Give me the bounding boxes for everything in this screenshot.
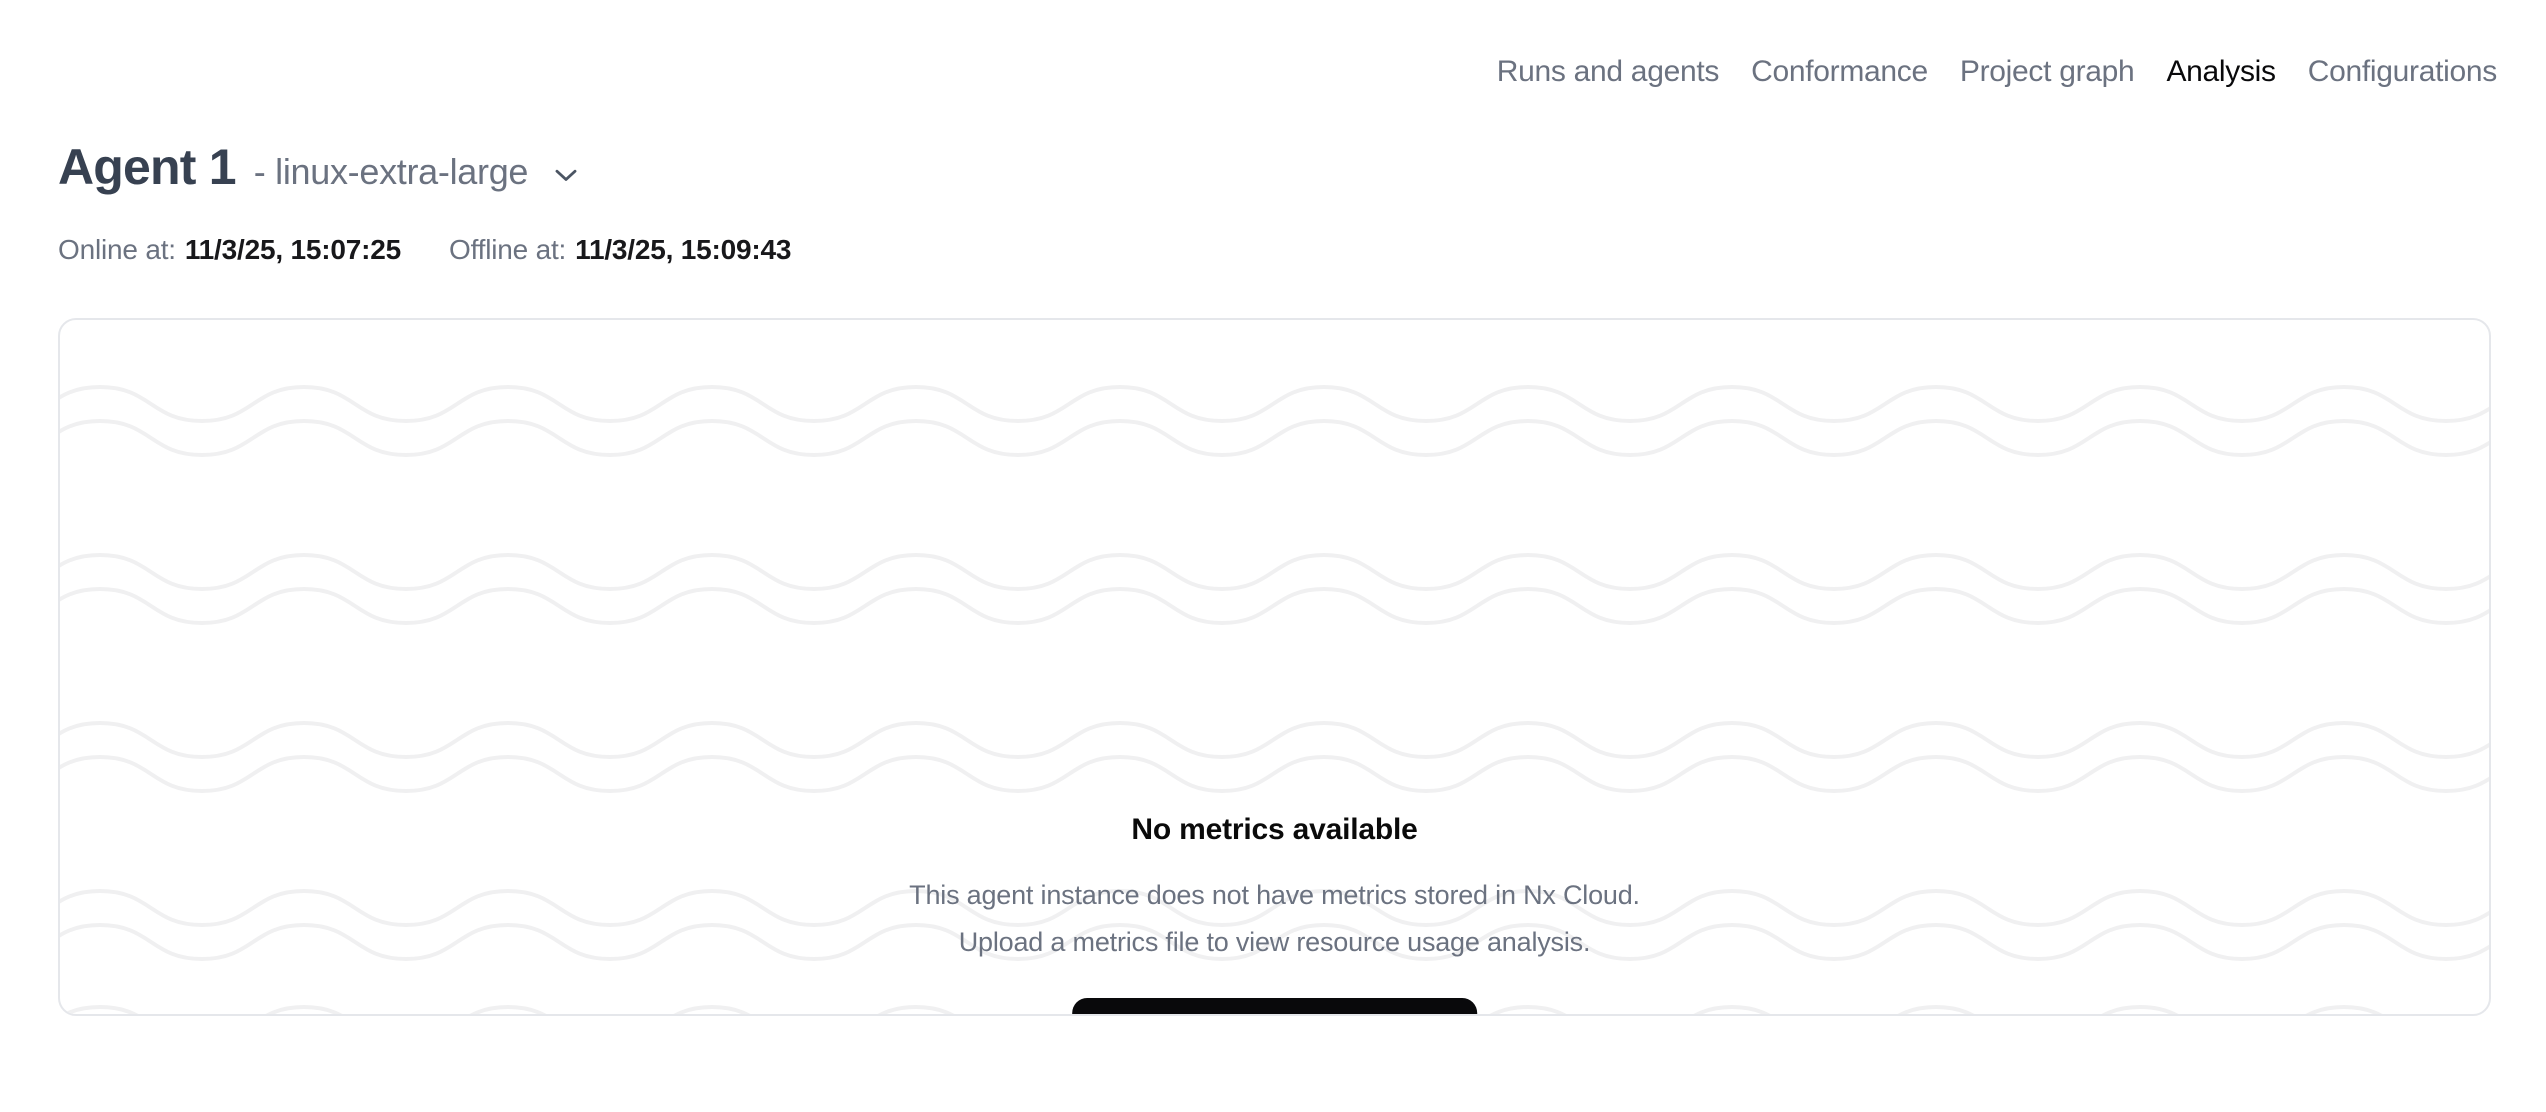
nav-item-runs-and-agents[interactable]: Runs and agents bbox=[1497, 50, 1719, 94]
online-at: Online at: 11/3/25, 15:07:25 bbox=[58, 232, 401, 268]
nav-item-configurations[interactable]: Configurations bbox=[2308, 50, 2497, 94]
offline-at-value: 11/3/25, 15:09:43 bbox=[575, 234, 791, 265]
metrics-empty-state-card: No metrics available This agent instance… bbox=[58, 318, 2491, 1016]
top-nav: Runs and agents Conformance Project grap… bbox=[1497, 50, 2497, 94]
agent-selector[interactable]: Agent 1 - linux-extra-large bbox=[58, 140, 584, 194]
offline-at: Offline at: 11/3/25, 15:09:43 bbox=[449, 232, 791, 268]
nav-item-project-graph[interactable]: Project graph bbox=[1960, 50, 2135, 94]
online-at-label: Online at: bbox=[58, 234, 176, 265]
empty-state-heading: No metrics available bbox=[60, 812, 2489, 848]
empty-state-content: No metrics available This agent instance… bbox=[60, 320, 2489, 1014]
agent-launch-template: - linux-extra-large bbox=[254, 151, 528, 193]
offline-at-label: Offline at: bbox=[449, 234, 566, 265]
agent-meta: Online at: 11/3/25, 15:07:25 Offline at: 1… bbox=[58, 232, 791, 268]
page-title: Agent 1 bbox=[58, 140, 236, 194]
nav-item-analysis[interactable]: Analysis bbox=[2166, 50, 2275, 94]
online-at-value: 11/3/25, 15:07:25 bbox=[185, 234, 401, 265]
empty-state-line1: This agent instance does not have metric… bbox=[60, 876, 2489, 914]
empty-state-line2: Upload a metrics file to view resource u… bbox=[60, 923, 2489, 961]
chevron-down-icon[interactable] bbox=[548, 157, 584, 193]
upload-metrics-file-button[interactable]: Upload metrics file bbox=[1072, 998, 1478, 1016]
nav-item-conformance[interactable]: Conformance bbox=[1751, 50, 1928, 94]
